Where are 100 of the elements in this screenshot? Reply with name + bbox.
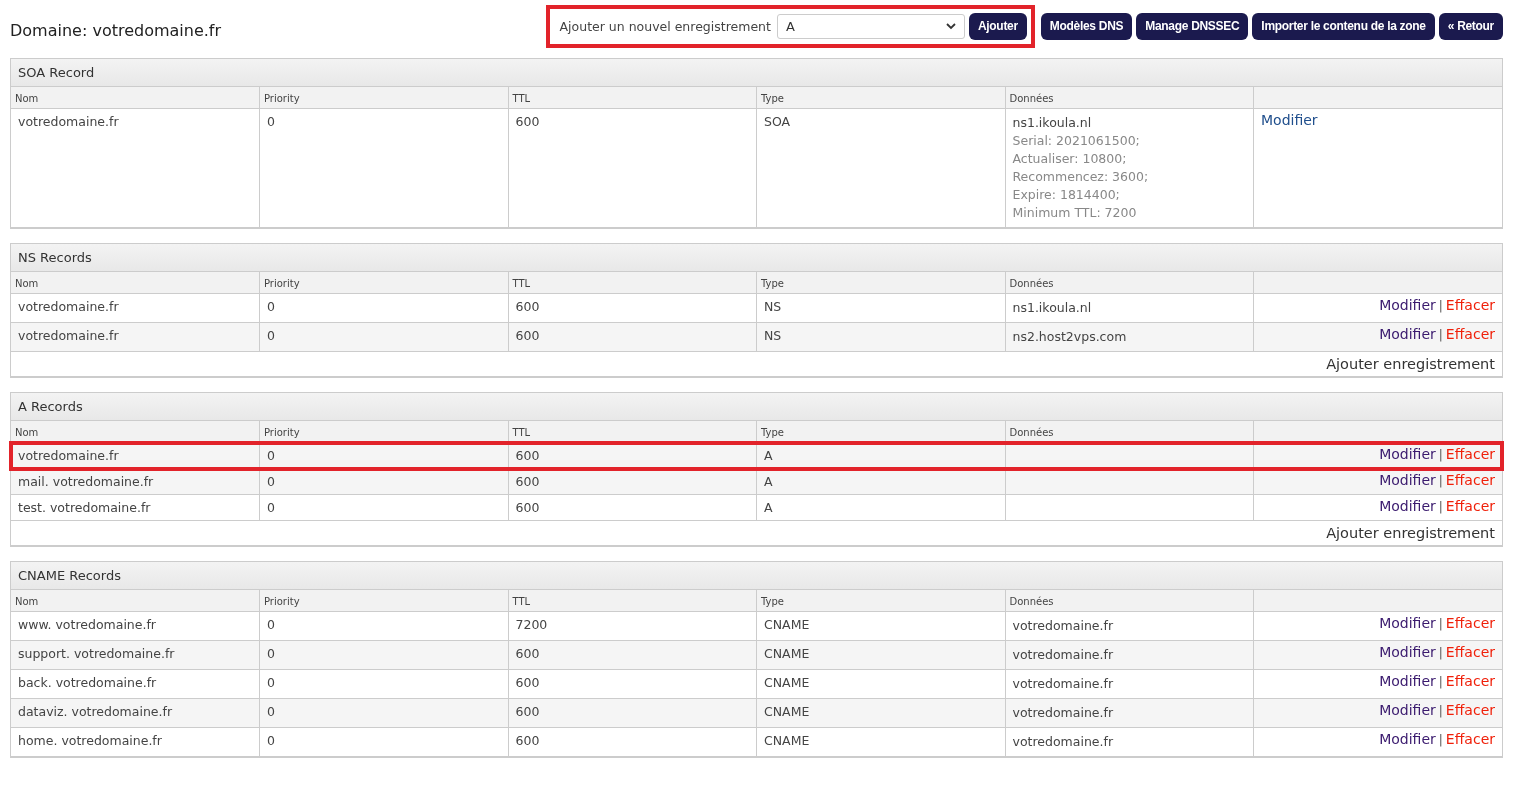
delete-link[interactable]: Effacer (1445, 326, 1495, 342)
toolbar-button[interactable]: « Retour (1438, 12, 1503, 40)
column-header: Nom (11, 421, 260, 443)
separator: | (1438, 733, 1443, 747)
table-cell: 0 (259, 468, 508, 495)
table-cell: back. votredomaine.fr (11, 669, 260, 699)
table-cell: 600 (508, 322, 757, 352)
table-cell: 0 (259, 727, 508, 757)
column-header: Priority (259, 272, 508, 294)
delete-link[interactable]: Effacer (1445, 673, 1495, 689)
add-button[interactable]: Ajouter (968, 12, 1027, 40)
table-cell: 0 (259, 611, 508, 641)
column-header: Priority (259, 87, 508, 109)
separator: | (1438, 299, 1443, 313)
data-cell: votredomaine.fr (1005, 669, 1254, 699)
table-cell: CNAME (756, 640, 1005, 670)
toolbar-button[interactable]: Modèles DNS (1040, 12, 1133, 40)
table-cell: 600 (508, 108, 757, 228)
table-cell: votredomaine.fr (11, 322, 260, 352)
column-header: Type (756, 87, 1005, 109)
table-cell: mail. votredomaine.fr (11, 468, 260, 495)
column-header: Priority (259, 590, 508, 612)
edit-link[interactable]: Modifier (1261, 112, 1318, 128)
separator: | (1438, 646, 1443, 660)
column-header: Données (1005, 272, 1254, 294)
table-cell: test. votredomaine.fr (11, 494, 260, 521)
separator: | (1438, 617, 1443, 631)
table-cell: 0 (259, 322, 508, 352)
table-cell: 600 (508, 468, 757, 495)
column-header: TTL (508, 421, 757, 443)
table-cell: 0 (259, 494, 508, 521)
column-header: Type (756, 590, 1005, 612)
edit-link[interactable]: Modifier (1379, 731, 1436, 747)
table-cell: CNAME (756, 698, 1005, 728)
separator: | (1438, 500, 1443, 514)
delete-link[interactable]: Effacer (1445, 644, 1495, 660)
data-cell: ns1.ikoula.nl (1005, 293, 1254, 323)
table-cell: 600 (508, 293, 757, 323)
delete-link[interactable]: Effacer (1445, 472, 1495, 488)
page-title: Domaine: votredomaine.fr (10, 20, 222, 40)
delete-link[interactable]: Effacer (1445, 615, 1495, 631)
table-cell: CNAME (756, 611, 1005, 641)
column-header: Nom (11, 272, 260, 294)
table-cell: votredomaine.fr (11, 442, 260, 469)
table-cell: 600 (508, 442, 757, 469)
add-record-label: Ajouter un nouvel enregistrement (559, 18, 771, 34)
delete-link[interactable]: Effacer (1445, 731, 1495, 747)
column-header: TTL (508, 590, 757, 612)
table-cell: 0 (259, 669, 508, 699)
edit-link[interactable]: Modifier (1379, 472, 1436, 488)
data-cell: votredomaine.fr (1005, 727, 1254, 757)
table-cell: CNAME (756, 669, 1005, 699)
toolbar-button[interactable]: Manage DNSSEC (1136, 12, 1249, 40)
edit-link[interactable]: Modifier (1379, 702, 1436, 718)
table-cell: 600 (508, 494, 757, 521)
column-header: Données (1005, 421, 1254, 443)
edit-link[interactable]: Modifier (1379, 297, 1436, 313)
table-cell: 600 (508, 640, 757, 670)
table-cell: 600 (508, 698, 757, 728)
toolbar-button[interactable]: Importer le contenu de la zone (1252, 12, 1435, 40)
data-cell: ns2.host2vps.com (1005, 322, 1254, 352)
delete-link[interactable]: Effacer (1445, 498, 1495, 514)
table-cell: votredomaine.fr (11, 293, 260, 323)
table-cell: support. votredomaine.fr (11, 640, 260, 670)
table-cell: home. votredomaine.fr (11, 727, 260, 757)
column-header: TTL (508, 87, 757, 109)
table-cell: 0 (259, 442, 508, 469)
panel-heading: CNAME Records (11, 562, 1502, 590)
edit-link[interactable]: Modifier (1379, 644, 1436, 660)
edit-link[interactable]: Modifier (1379, 615, 1436, 631)
table-cell: NS (756, 322, 1005, 352)
delete-link[interactable]: Effacer (1445, 297, 1495, 313)
column-header: Type (756, 272, 1005, 294)
delete-link[interactable]: Effacer (1445, 702, 1495, 718)
table-cell: A (756, 442, 1005, 469)
column-header: Priority (259, 421, 508, 443)
edit-link[interactable]: Modifier (1379, 498, 1436, 514)
column-header: TTL (508, 272, 757, 294)
data-cell: votredomaine.fr (1005, 698, 1254, 728)
data-cell: ns1.ikoula.nl Serial: 2021061500; Actualiser: 10800; Recommencez: 3600; Expire: 1814400; Minimum TTL: 7200 (1005, 108, 1254, 228)
edit-link[interactable]: Modifier (1379, 446, 1436, 462)
table-cell: 600 (508, 669, 757, 699)
table-cell: NS (756, 293, 1005, 323)
record-type-select[interactable]: A (776, 13, 965, 39)
table-cell: dataviz. votredomaine.fr (11, 698, 260, 728)
separator: | (1438, 448, 1443, 462)
separator: | (1438, 704, 1443, 718)
table-cell: CNAME (756, 727, 1005, 757)
edit-link[interactable]: Modifier (1379, 673, 1436, 689)
table-cell: A (756, 494, 1005, 521)
panel-heading: A Records (11, 393, 1502, 421)
edit-link[interactable]: Modifier (1379, 326, 1436, 342)
add-record-link[interactable]: Ajouter enregistrement (1326, 525, 1495, 541)
table-cell: A (756, 468, 1005, 495)
add-record-link[interactable]: Ajouter enregistrement (1326, 356, 1495, 372)
table-cell: votredomaine.fr (11, 108, 260, 228)
delete-link[interactable]: Effacer (1445, 446, 1495, 462)
column-header: Nom (11, 87, 260, 109)
column-header: Données (1005, 590, 1254, 612)
chevron-down-icon (945, 22, 956, 30)
